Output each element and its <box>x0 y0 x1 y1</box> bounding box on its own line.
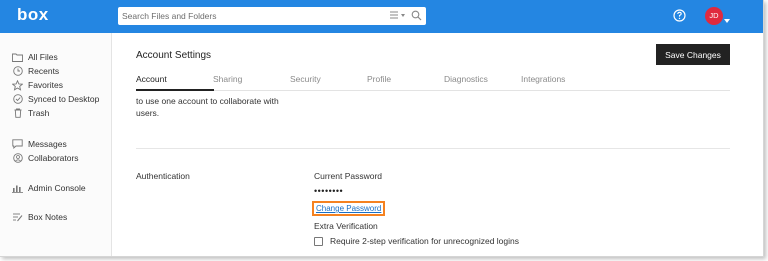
avatar[interactable]: JD <box>705 7 723 25</box>
notes-icon <box>12 212 23 223</box>
tab-bar: Account Sharing Security Profile Diagnos… <box>136 67 730 91</box>
page-title: Account Settings <box>136 50 212 61</box>
clock-icon <box>12 66 23 77</box>
tab-profile[interactable]: Profile <box>367 74 391 84</box>
help-icon[interactable] <box>673 9 686 24</box>
sidebar-item-collaborators[interactable]: Collaborators <box>12 152 79 164</box>
tab-sharing[interactable]: Sharing <box>213 74 242 84</box>
sidebar: All Files Recents Favorites Synced to De… <box>0 33 112 256</box>
check-circle-icon <box>12 94 23 105</box>
search-input[interactable] <box>118 7 378 25</box>
sidebar-item-label: Admin Console <box>28 183 86 193</box>
account-description: to use one account to collaborate with u… <box>136 96 279 118</box>
sidebar-item-label: Collaborators <box>28 153 79 163</box>
top-bar: box JD <box>0 0 763 33</box>
app-window: box JD <box>0 0 764 257</box>
chevron-down-icon[interactable] <box>724 15 730 25</box>
two-step-label: Require 2-step verification for unrecogn… <box>330 236 519 246</box>
sidebar-item-favorites[interactable]: Favorites <box>12 79 63 91</box>
tab-integrations[interactable]: Integrations <box>521 74 565 84</box>
extra-verification-label: Extra Verification <box>314 221 378 231</box>
sidebar-item-label: Synced to Desktop <box>28 94 100 104</box>
sidebar-item-synced[interactable]: Synced to Desktop <box>12 93 99 105</box>
tab-diagnostics[interactable]: Diagnostics <box>444 74 488 84</box>
search-box <box>118 7 426 25</box>
search-icon[interactable] <box>411 10 422 23</box>
current-password-label: Current Password <box>314 171 383 181</box>
sidebar-item-label: Messages <box>28 139 67 149</box>
sidebar-item-label: All Files <box>28 52 58 62</box>
password-value: •••••••• <box>314 186 344 196</box>
sidebar-item-label: Favorites <box>28 80 63 90</box>
two-step-option[interactable]: Require 2-step verification for unrecogn… <box>314 236 519 246</box>
box-logo[interactable]: box <box>17 5 49 25</box>
sidebar-item-box-notes[interactable]: Box Notes <box>12 211 67 223</box>
filter-icon[interactable] <box>390 10 406 22</box>
sidebar-item-recents[interactable]: Recents <box>12 65 59 77</box>
trash-icon <box>12 108 23 119</box>
save-changes-button[interactable]: Save Changes <box>656 44 730 65</box>
bar-chart-icon <box>12 183 23 194</box>
sidebar-item-trash[interactable]: Trash <box>12 107 49 119</box>
sidebar-item-label: Trash <box>28 108 50 118</box>
sidebar-item-label: Recents <box>28 66 60 76</box>
star-icon <box>12 79 23 91</box>
collaborators-icon <box>12 153 23 164</box>
main-content: Account Settings Save Changes Account Sh… <box>112 33 763 256</box>
sidebar-item-admin-console[interactable]: Admin Console <box>12 182 86 194</box>
tab-account[interactable]: Account <box>136 74 167 84</box>
change-password-link[interactable]: Change Password <box>312 201 386 216</box>
message-icon <box>12 139 23 150</box>
sidebar-item-all-files[interactable]: All Files <box>12 51 58 63</box>
active-tab-indicator <box>136 89 214 91</box>
section-divider <box>136 148 730 149</box>
two-step-checkbox[interactable] <box>314 236 323 246</box>
authentication-label: Authentication <box>136 171 190 181</box>
sidebar-item-label: Box Notes <box>28 212 68 222</box>
tab-security[interactable]: Security <box>290 74 321 84</box>
sidebar-item-messages[interactable]: Messages <box>12 138 67 150</box>
folder-icon <box>12 52 23 63</box>
